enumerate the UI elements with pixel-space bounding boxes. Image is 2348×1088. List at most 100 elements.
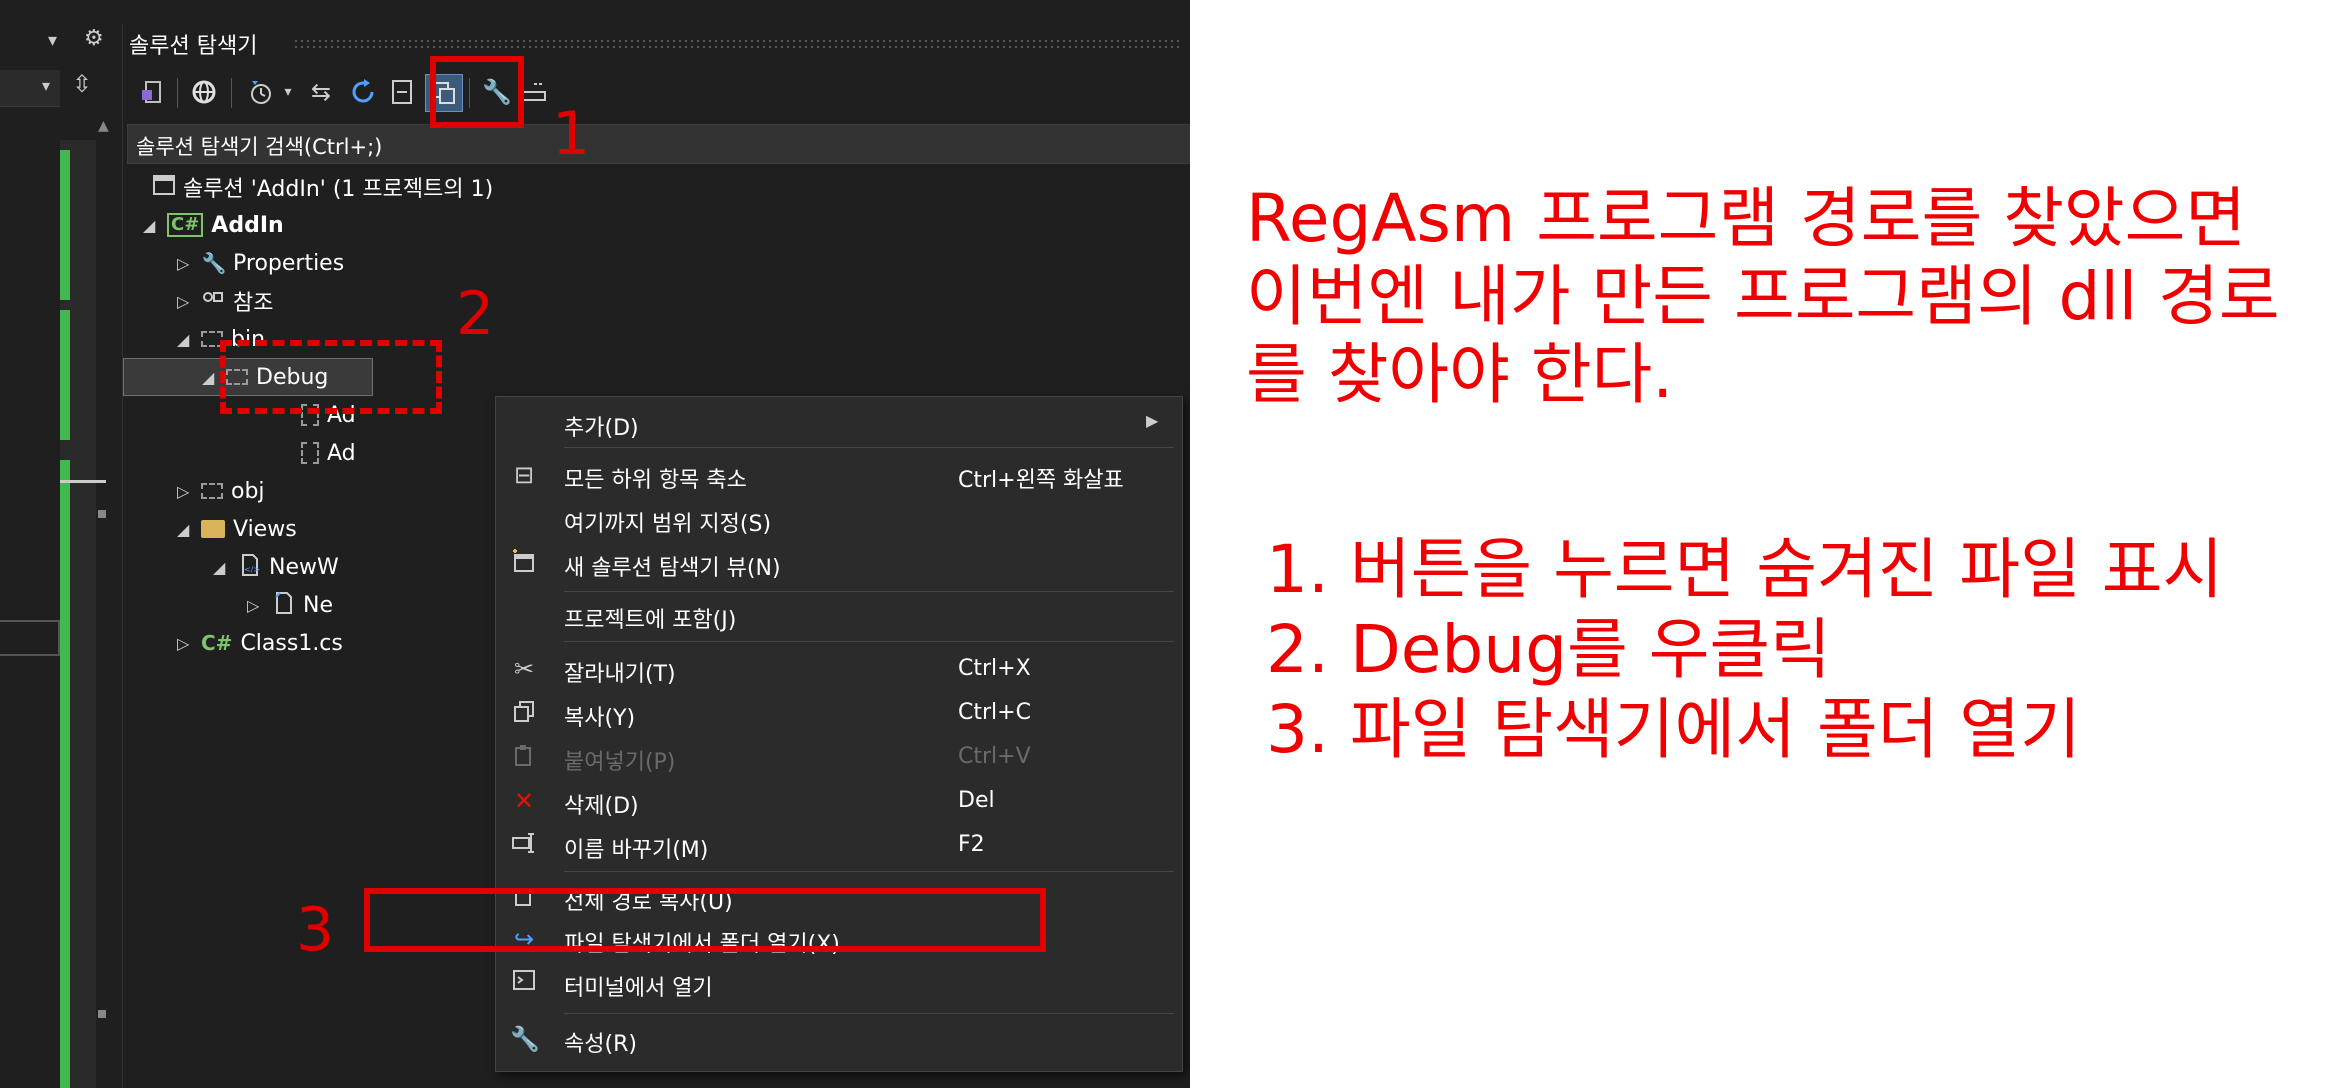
menu-separator <box>564 1013 1174 1014</box>
context-menu: 추가(D) ▶ ⊟ 모든 하위 항목 축소 Ctrl+왼쪽 화살표 여기까지 범… <box>495 396 1183 1072</box>
expanded-arrow-icon[interactable]: ◢ <box>213 558 237 577</box>
collapsed-arrow-icon[interactable]: ▷ <box>247 596 271 615</box>
title-drag-handle[interactable] <box>293 38 1183 48</box>
menu-item-include[interactable]: 프로젝트에 포함(J) <box>496 595 1182 635</box>
menu-item-open-in-terminal[interactable]: 터미널에서 열기 <box>496 963 1182 1003</box>
wrench-icon: 🔧 <box>510 1025 540 1053</box>
menu-item-add[interactable]: 추가(D) ▶ <box>496 403 1182 443</box>
tree-label: obj <box>231 478 265 504</box>
delete-icon: ✕ <box>513 787 535 815</box>
annotation-number-1: 1 <box>552 99 591 169</box>
scroll-marker <box>98 1010 106 1018</box>
expanded-arrow-icon[interactable]: ◢ <box>177 330 201 349</box>
menu-separator <box>564 591 1174 592</box>
xaml-file-icon: </> <box>237 553 263 582</box>
chevron-down-icon[interactable]: ▾ <box>42 76 50 95</box>
tree-label: Properties <box>233 250 345 276</box>
tree-label: 솔루션 'AddIn' (1 프로젝트의 1) <box>183 177 494 202</box>
menu-item-copy[interactable]: 복사(Y) Ctrl+C <box>496 693 1182 733</box>
copy-icon <box>510 699 538 729</box>
refresh-icon[interactable] <box>343 74 383 110</box>
menu-item-delete[interactable]: ✕ 삭제(D) Del <box>496 781 1182 821</box>
references-icon <box>201 289 227 314</box>
collapsed-arrow-icon[interactable]: ▷ <box>177 634 201 653</box>
annotation-steps: 1. 버튼을 누르면 숨겨진 파일 표시 2. Debug를 우클릭 3. 파일… <box>1266 530 2223 770</box>
sync-icon[interactable]: ⇆ <box>301 74 341 110</box>
menu-item-new-view[interactable]: 새 솔루션 탐색기 뷰(N) <box>496 543 1182 583</box>
step-line: 3. 파일 탐색기에서 폴더 열기 <box>1266 691 2081 768</box>
csharp-file-icon: C# <box>201 631 233 655</box>
left-input-box[interactable] <box>0 620 60 656</box>
annotation-box-3 <box>364 888 1046 952</box>
collapsed-arrow-icon[interactable]: ▷ <box>177 482 201 501</box>
tree-item-code-behind[interactable]: ▷ Ne <box>247 586 333 624</box>
tree-item-views[interactable]: ◢ Views <box>177 510 297 548</box>
chevron-down-icon[interactable]: ▾ <box>279 74 297 110</box>
collapse-icon: ⊟ <box>513 461 535 489</box>
menu-separator <box>564 641 1174 642</box>
search-input[interactable]: 솔루션 탐색기 검색(Ctrl+;) <box>127 124 1190 164</box>
change-bar <box>60 460 70 1088</box>
tree-label: AddIn <box>211 212 284 238</box>
step-line: 1. 버튼을 누르면 숨겨진 파일 표시 <box>1266 531 2224 608</box>
globe-icon[interactable] <box>185 74 223 110</box>
toolbar-separator <box>177 78 178 108</box>
menu-item-scope[interactable]: 여기까지 범위 지정(S) <box>496 499 1182 539</box>
scrollbar[interactable] <box>98 110 112 1088</box>
step-line: 2. Debug를 우클릭 <box>1266 611 1831 688</box>
panel-title: 솔루션 탐색기 <box>129 34 258 59</box>
tree-label: Ad <box>327 440 356 466</box>
new-view-icon <box>510 549 538 581</box>
tree-item-properties[interactable]: ▷ 🔧 Properties <box>177 244 344 282</box>
tree-item-project[interactable]: ◢ C# AddIn <box>143 206 284 244</box>
code-file-icon <box>271 591 297 620</box>
tree-item-view-file[interactable]: ◢ </> NewW <box>213 548 339 586</box>
tree-label: NewW <box>269 554 339 580</box>
gear-icon[interactable]: ⚙ <box>84 26 104 51</box>
tree-item-references[interactable]: ▷ 참조 <box>177 282 273 320</box>
scissors-icon: ✂ <box>513 655 535 683</box>
svg-text:</>: </> <box>244 565 260 574</box>
selection-line <box>60 480 106 483</box>
expanded-arrow-icon[interactable]: ◢ <box>143 216 167 235</box>
tree-label: 참조 <box>233 291 274 316</box>
scroll-up-icon[interactable]: ▲ <box>98 118 109 134</box>
wrench-icon: 🔧 <box>201 251 227 275</box>
hidden-file-icon <box>301 442 319 464</box>
menu-separator <box>564 871 1174 872</box>
hidden-folder-icon <box>201 483 223 499</box>
rename-icon <box>510 831 538 861</box>
tree-label: Ne <box>303 592 333 618</box>
visual-studio-window: ▾ ⚙ ▾ ⇳ ▲ 솔루션 탐색기 ▾ ⇆ 🔧 솔루션 탐색기 검색(Ctrl+… <box>0 0 1190 1088</box>
tree-item-solution[interactable]: 솔루션 'AddIn' (1 프로젝트의 1) <box>151 168 493 206</box>
annotation-box-1 <box>430 56 524 128</box>
solution-icon <box>151 174 177 201</box>
menu-item-rename[interactable]: 이름 바꾸기(M) F2 <box>496 825 1182 865</box>
tree-item-obj[interactable]: ▷ obj <box>177 472 265 510</box>
folder-icon <box>201 520 225 538</box>
tree-label: Views <box>233 516 297 542</box>
terminal-icon <box>510 969 538 997</box>
left-combo-box[interactable] <box>0 70 60 107</box>
expanded-arrow-icon[interactable]: ◢ <box>177 520 201 539</box>
scroll-marker <box>98 510 106 518</box>
menu-separator <box>564 447 1174 448</box>
annotation-note: RegAsm 프로그램 경로를 찾았으면 이번엔 내가 만든 프로그램의 dll… <box>1246 180 2346 414</box>
toolbar-separator <box>231 78 232 108</box>
annotation-box-2 <box>220 340 442 414</box>
split-icon[interactable]: ⇳ <box>72 70 92 98</box>
tree-item-debug-child[interactable]: Ad <box>301 434 356 472</box>
paste-icon <box>510 743 538 773</box>
dropdown-caret-icon[interactable]: ▾ <box>48 30 57 51</box>
collapsed-arrow-icon[interactable]: ▷ <box>177 292 201 311</box>
collapse-icon[interactable] <box>385 74 421 110</box>
change-bar <box>60 150 70 300</box>
collapsed-arrow-icon[interactable]: ▷ <box>177 254 201 273</box>
tree-item-class1[interactable]: ▷ C# Class1.cs <box>177 624 343 662</box>
tree-label: Class1.cs <box>240 630 343 656</box>
menu-item-collapse-all[interactable]: ⊟ 모든 하위 항목 축소 Ctrl+왼쪽 화살표 <box>496 455 1182 495</box>
menu-item-cut[interactable]: ✂ 잘라내기(T) Ctrl+X <box>496 649 1182 689</box>
history-icon[interactable] <box>241 74 281 110</box>
menu-item-properties[interactable]: 🔧 속성(R) <box>496 1019 1182 1059</box>
switch-views-icon[interactable] <box>133 74 171 110</box>
